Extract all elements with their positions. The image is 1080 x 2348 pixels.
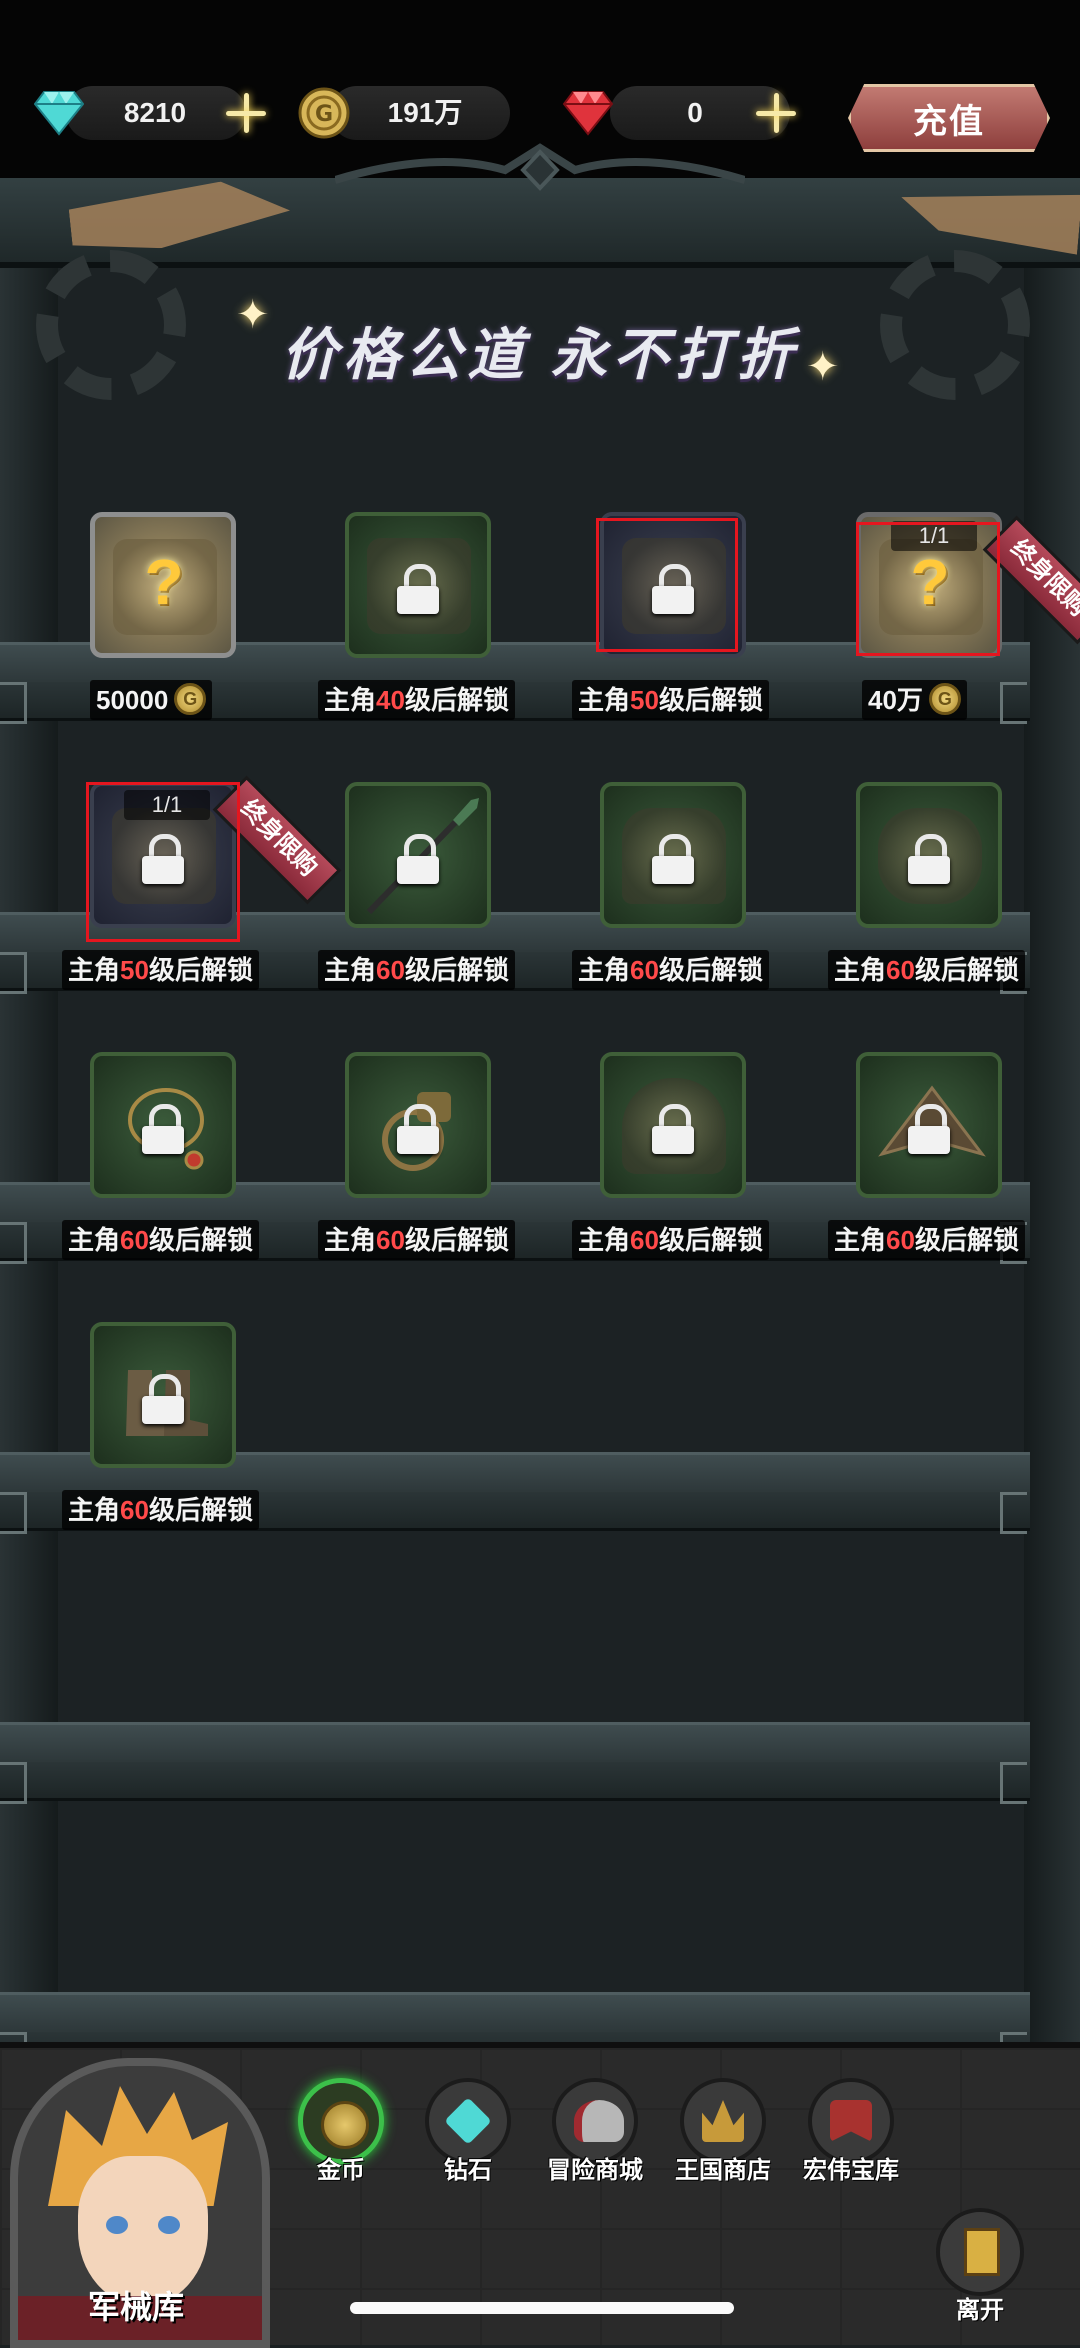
recharge-button[interactable]: 充值	[848, 84, 1050, 152]
shop-item-hat[interactable]	[856, 1052, 1002, 1198]
unlock-requirement: 主角60级后解锁	[572, 950, 769, 990]
ruby-icon	[562, 91, 614, 136]
unlock-requirement: 主角60级后解锁	[318, 1220, 515, 1260]
ruby-counter: 0	[560, 86, 820, 140]
shop-item-boots[interactable]	[90, 1322, 236, 1468]
unlock-requirement: 主角60级后解锁	[318, 950, 515, 990]
add-diamond-button[interactable]	[224, 91, 268, 135]
shop-item-locked-chest[interactable]	[345, 512, 491, 658]
ruby-amount: 0	[687, 97, 703, 128]
lock-icon	[397, 834, 439, 884]
item-price: 50000	[90, 680, 213, 720]
svg-text:G: G	[315, 102, 333, 127]
lock-icon	[142, 1374, 184, 1424]
gold-counter: G 191万	[290, 86, 530, 140]
tab-grand-treasury[interactable]: 宏伟宝库	[796, 2078, 906, 2185]
gear-icon	[880, 250, 1030, 400]
shop-item-helmet[interactable]	[600, 1052, 746, 1198]
add-ruby-button[interactable]	[754, 91, 798, 135]
shelf	[0, 1722, 1080, 1804]
shop-item-armor[interactable]	[600, 782, 746, 928]
gold-amount: 191万	[387, 97, 463, 128]
lock-icon	[908, 1104, 950, 1154]
gold-coin-icon	[928, 683, 961, 716]
highlight-box	[856, 522, 1000, 656]
gear-icon	[36, 250, 186, 400]
lock-icon	[652, 834, 694, 884]
diamond-icon	[34, 91, 84, 136]
tab-kingdom-shop[interactable]: 王国商店	[668, 2078, 778, 2185]
highlight-box	[596, 518, 738, 652]
shop-item-mystery-chest[interactable]: ?	[90, 512, 236, 658]
diamond-counter: 8210	[0, 86, 290, 140]
unlock-requirement: 主角60级后解锁	[828, 1220, 1025, 1260]
question-mark-icon: ?	[144, 546, 184, 618]
item-price: 40万	[862, 680, 967, 720]
leave-button[interactable]: 离开	[930, 2208, 1030, 2325]
tab-diamond[interactable]: 钻石	[413, 2078, 523, 2185]
shop-item-amulet[interactable]	[90, 1052, 236, 1198]
unlock-requirement: 主角60级后解锁	[62, 1220, 259, 1260]
gold-coin-icon	[174, 683, 207, 716]
unlock-requirement: 主角60级后解锁	[828, 950, 1025, 990]
tab-adventure-mall[interactable]: 冒险商城	[540, 2078, 650, 2185]
unlock-requirement: 主角60级后解锁	[572, 1220, 769, 1260]
shop-item-spear[interactable]	[345, 782, 491, 928]
home-indicator[interactable]	[350, 2302, 734, 2314]
lock-icon	[397, 1104, 439, 1154]
unlock-requirement: 主角60级后解锁	[62, 1490, 259, 1530]
diamond-amount: 8210	[123, 97, 187, 128]
highlight-box	[86, 782, 240, 942]
lock-icon	[397, 564, 439, 614]
unlock-requirement: 主角40级后解锁	[318, 680, 515, 720]
shop-slogan: 价格公道 永不打折	[281, 323, 799, 386]
unlock-requirement: 主角50级后解锁	[572, 680, 769, 720]
ornament-icon	[335, 143, 745, 191]
lock-icon	[908, 834, 950, 884]
current-shop-title: 军械库	[88, 2289, 185, 2325]
lock-icon	[652, 1104, 694, 1154]
shop-item-ring[interactable]	[345, 1052, 491, 1198]
shop-item-gauntlet[interactable]	[856, 782, 1002, 928]
unlock-requirement: 主角50级后解锁	[62, 950, 259, 990]
lock-icon	[142, 1104, 184, 1154]
exit-door-icon	[936, 2208, 1024, 2296]
gold-coin-icon: G	[298, 87, 350, 139]
tab-gold[interactable]: 金币	[286, 2078, 396, 2185]
